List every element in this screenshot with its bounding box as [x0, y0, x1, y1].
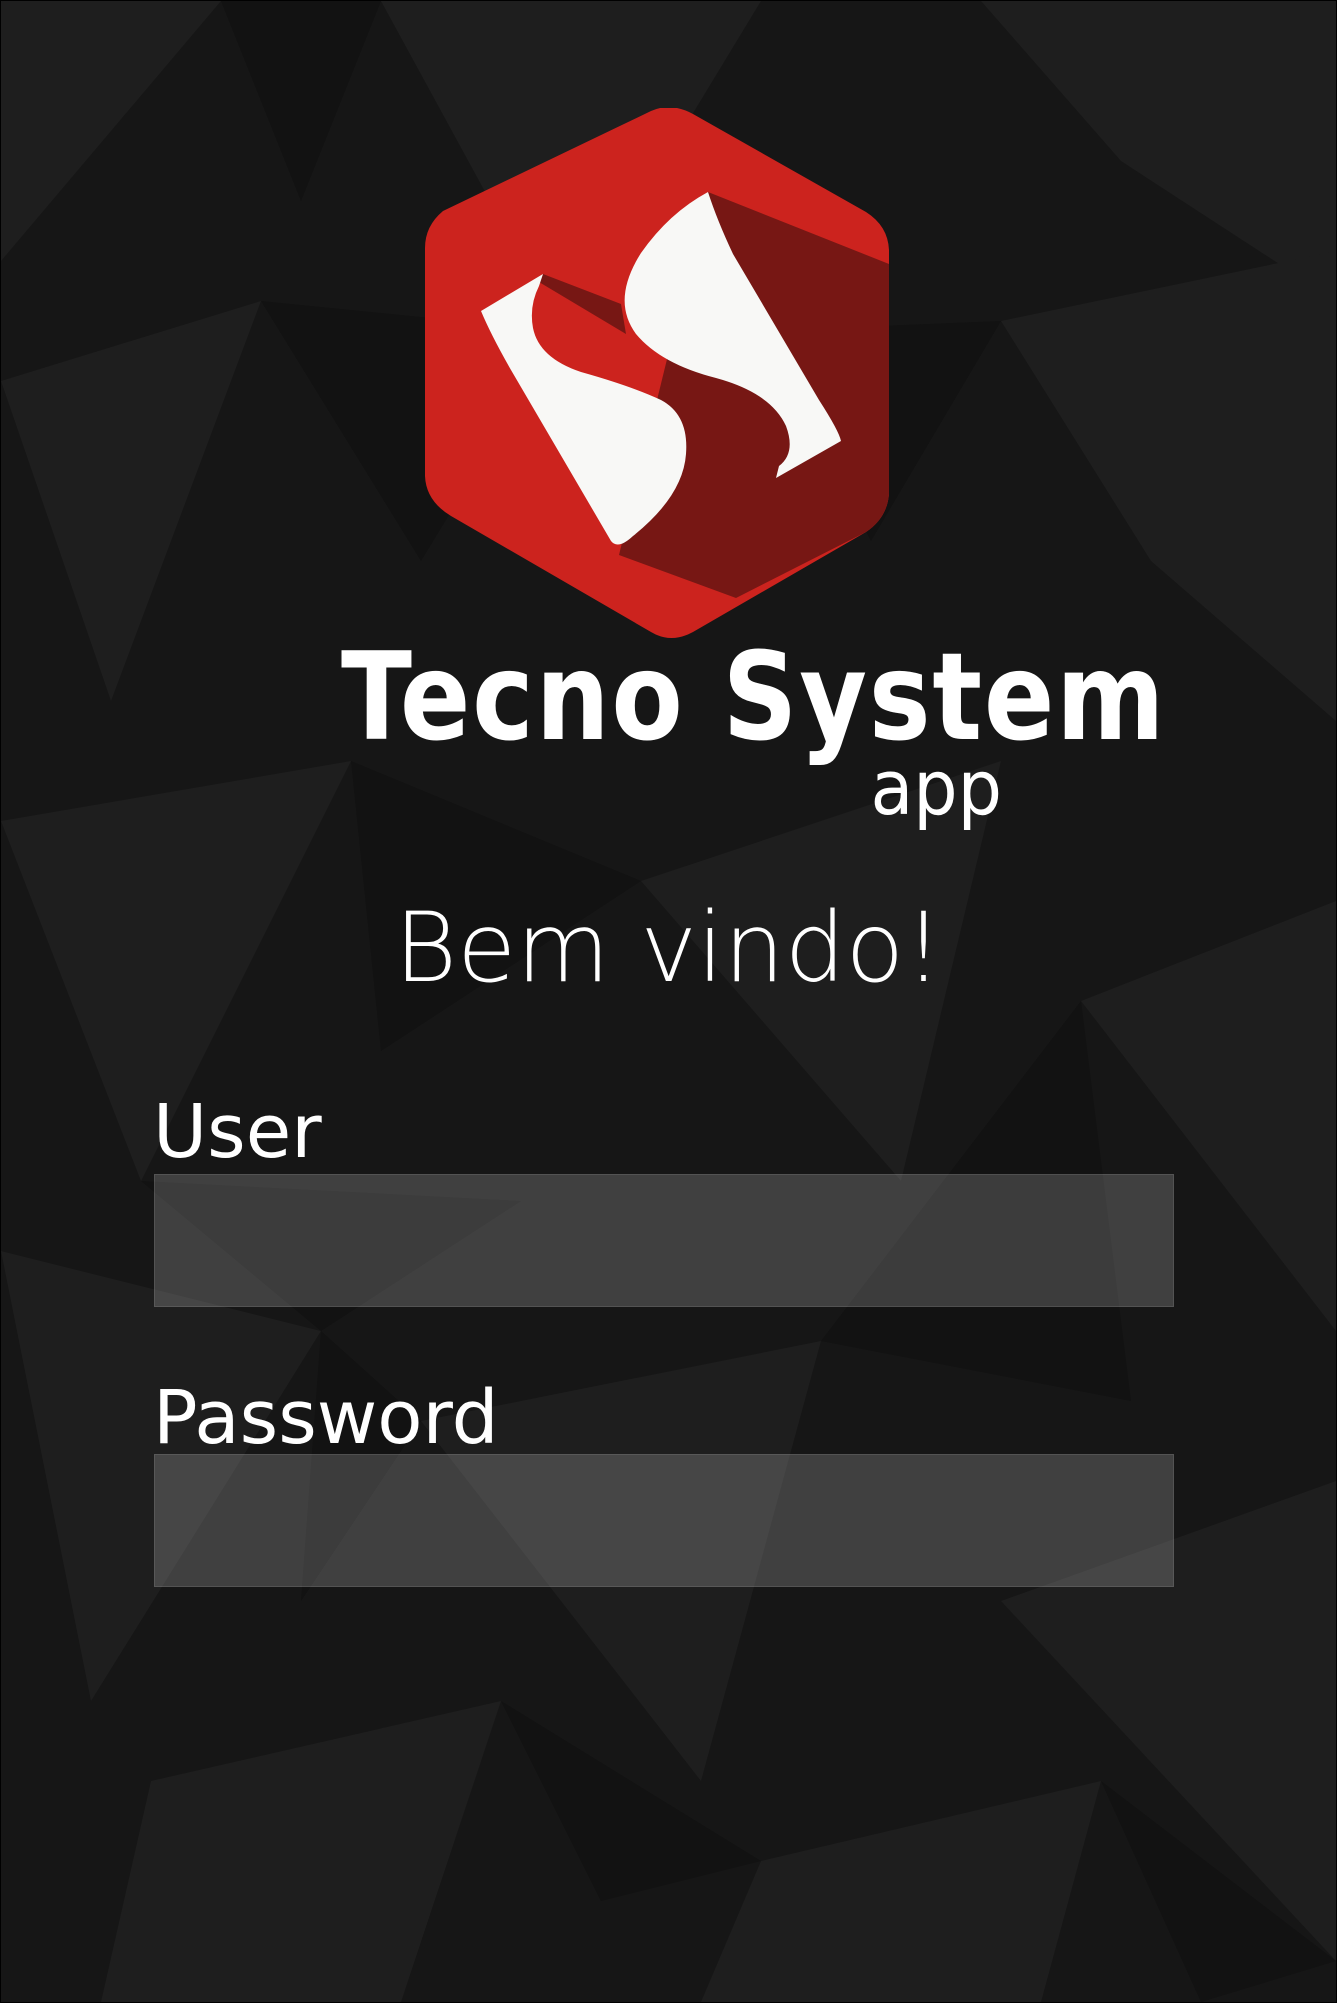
brand-wordmark: Tecno System app	[341, 637, 1165, 837]
hexagon-s-logo-icon	[425, 108, 889, 638]
password-label: Password	[153, 1375, 499, 1461]
password-input[interactable]	[154, 1454, 1174, 1587]
brand-subtitle: app	[870, 743, 1002, 832]
login-screen: Tecno System app Bem vindo! User Passwor…	[0, 0, 1337, 2003]
welcome-heading: Bem vindo!	[394, 892, 943, 1004]
user-label: User	[153, 1089, 322, 1175]
user-input[interactable]	[154, 1174, 1174, 1307]
brand-name: Tecno System	[341, 627, 1167, 768]
